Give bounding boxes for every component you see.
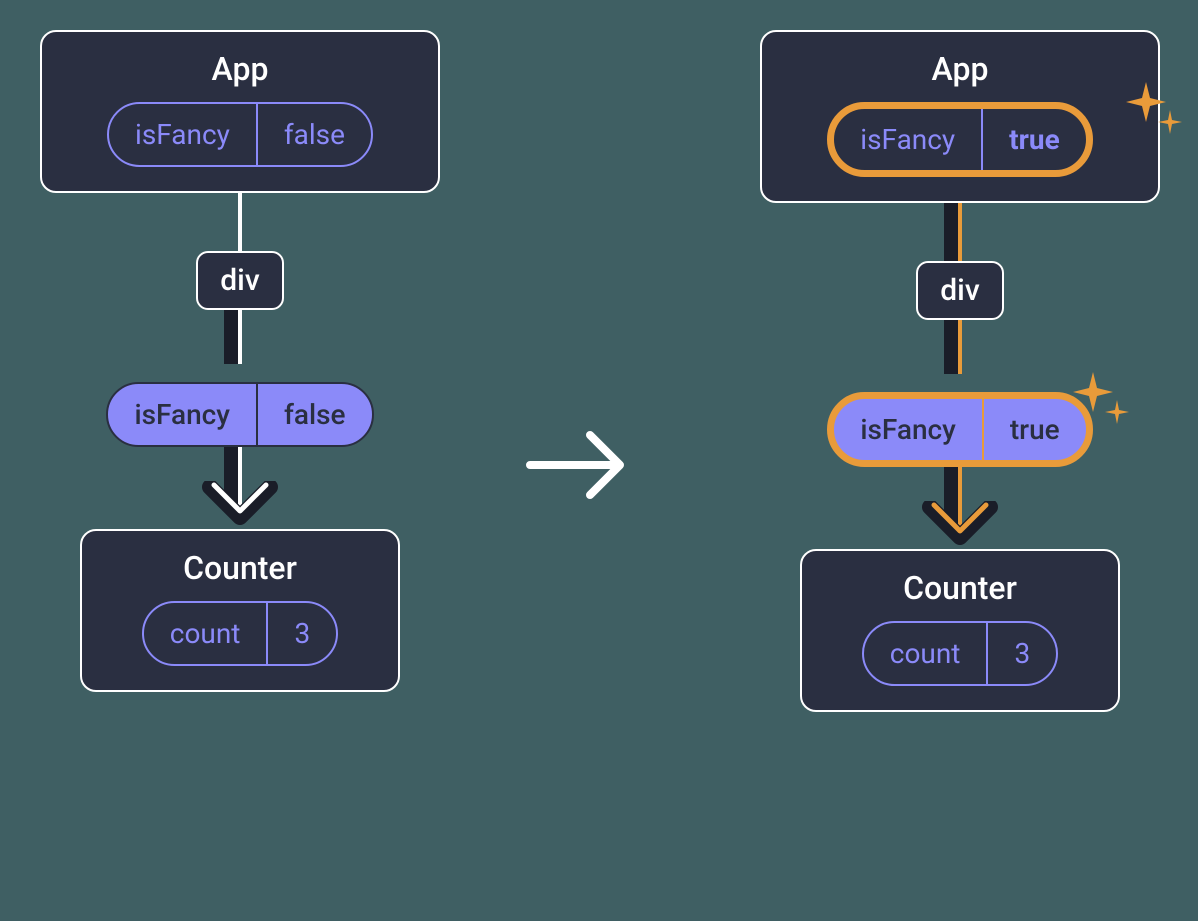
sparkle-icon [1073, 372, 1133, 432]
pill-value: 3 [268, 603, 336, 664]
connector-line [238, 193, 242, 251]
pill-key: isFancy [834, 109, 983, 170]
counter-node: Counter count 3 [80, 529, 400, 692]
arrow-down-icon [958, 320, 962, 392]
prop-pill-wrap: isFancy false [106, 382, 373, 447]
counter-node: Counter count 3 [800, 549, 1120, 712]
prop-pill-wrap: isFancy true [827, 392, 1092, 467]
pill-key: isFancy [834, 399, 984, 460]
state-pill: isFancy false [107, 102, 373, 167]
pill-key: count [144, 603, 269, 664]
pill-value: false [258, 104, 371, 165]
pill-value: 3 [988, 623, 1056, 684]
pill-key: count [864, 623, 989, 684]
node-title: div [220, 263, 259, 298]
state-pill: count 3 [142, 601, 338, 666]
pill-key: isFancy [108, 384, 258, 445]
tree-before: App isFancy false div isFancy false [20, 30, 460, 692]
pill-key: isFancy [109, 104, 258, 165]
arrow-down-icon [238, 447, 242, 529]
app-node: App isFancy false [40, 30, 440, 193]
transition-arrow-icon [520, 420, 640, 514]
arrow-down-icon [958, 467, 962, 549]
prop-pill: isFancy false [106, 382, 373, 447]
diagram-canvas: App isFancy false div isFancy false [0, 0, 1198, 921]
app-node: App isFancy true [760, 30, 1160, 203]
state-pill: count 3 [862, 621, 1058, 686]
div-node: div [196, 251, 283, 310]
pill-value: true [983, 109, 1086, 170]
pill-value: false [258, 384, 372, 445]
pill-value: true [984, 399, 1086, 460]
prop-pill-highlighted: isFancy true [827, 392, 1092, 467]
tree-after: App isFancy true div isFancy [740, 30, 1180, 712]
node-title: App [932, 50, 989, 88]
node-title: div [940, 273, 979, 308]
node-title: App [212, 50, 269, 88]
sparkle-icon [1126, 82, 1186, 142]
node-title: Counter [903, 569, 1017, 607]
div-node: div [916, 261, 1003, 320]
arrow-down-icon [238, 310, 242, 382]
state-pill-highlighted: isFancy true [827, 102, 1092, 177]
node-title: Counter [183, 549, 297, 587]
connector-line-highlighted [958, 203, 962, 261]
